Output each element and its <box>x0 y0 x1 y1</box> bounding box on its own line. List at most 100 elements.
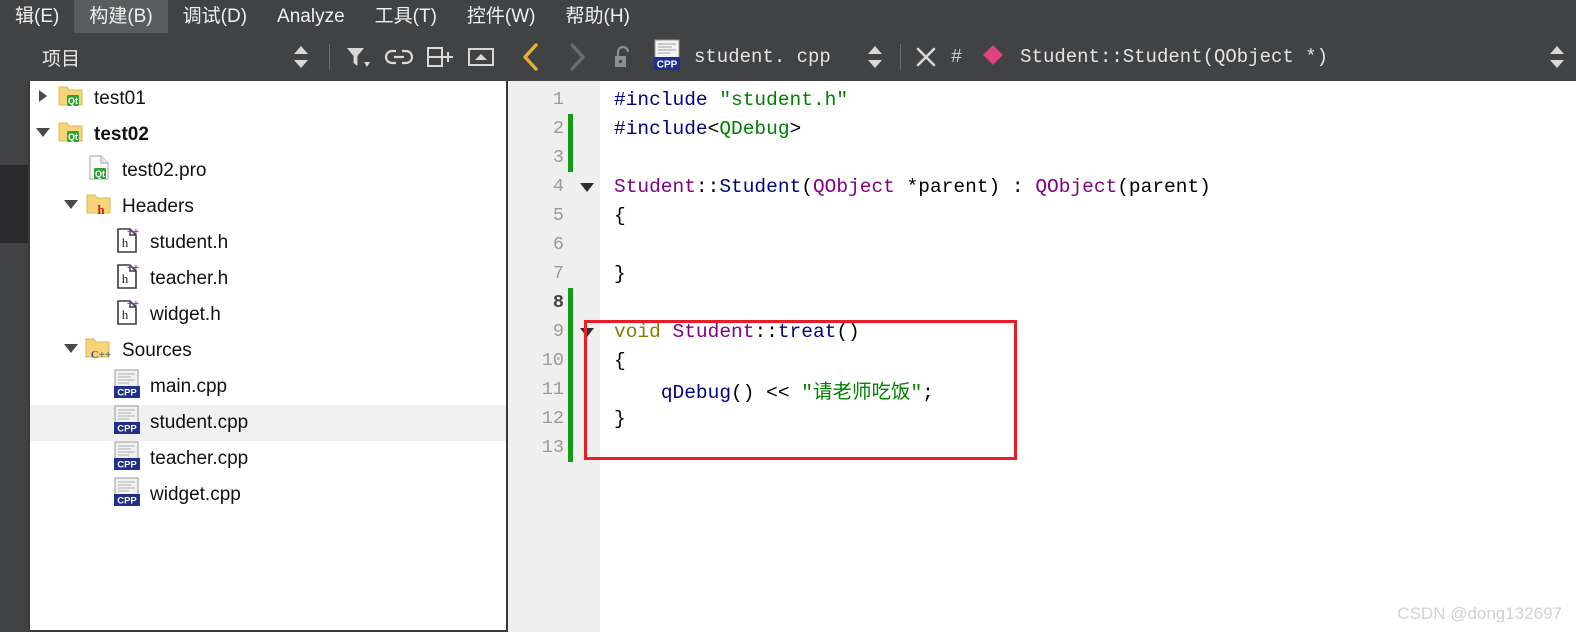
tree-item-icon: Qt <box>56 120 86 150</box>
mode-selector-active-segment[interactable] <box>0 165 28 243</box>
code-token: Student <box>719 175 802 198</box>
tree-item-widget-h[interactable]: h ++ widget.h <box>30 297 506 333</box>
code-line[interactable]: 9 void Student::treat() <box>508 317 1576 346</box>
code-token: Student <box>672 320 755 343</box>
code-line[interactable]: 5{ <box>508 201 1576 230</box>
chevron-down-icon[interactable] <box>62 196 80 218</box>
code-line[interactable]: 7} <box>508 259 1576 288</box>
code-text: #include<QDebug> <box>600 118 801 140</box>
code-text: } <box>600 263 626 285</box>
tree-twisty[interactable] <box>30 117 56 153</box>
tree-item-teacher-cpp[interactable]: CPP teacher.cpp <box>30 441 506 477</box>
file-stepper-icon[interactable] <box>856 37 894 77</box>
code-line[interactable]: 4 Student::Student(QObject *parent) : QOb… <box>508 172 1576 201</box>
lock-icon[interactable] <box>600 34 646 80</box>
code-line[interactable]: 11 qDebug() << "请老师吃饭"; <box>508 375 1576 404</box>
tree-item-icon: h ++ <box>112 298 142 332</box>
navigate-back-button[interactable] <box>508 34 554 80</box>
cpp-file-icon: CPP <box>652 39 682 76</box>
menu-item-3[interactable]: Analyze <box>262 0 360 33</box>
code-editor[interactable]: 1 #include "student.h" 2 #include<QDebug> 3 4… <box>508 81 1576 632</box>
cpp-file-icon: CPP <box>112 477 142 513</box>
tree-item-test01[interactable]: Qt test01 <box>30 81 506 117</box>
current-file-chip[interactable]: CPP student. cpp <box>646 39 831 76</box>
code-line[interactable]: 3 <box>508 143 1576 172</box>
link-icon[interactable] <box>380 37 418 77</box>
line-number: 4 <box>552 176 564 197</box>
hpp-file-icon: h ++ <box>114 262 140 296</box>
svg-text:CPP: CPP <box>117 460 137 471</box>
collapse-icon[interactable] <box>462 37 500 77</box>
project-panel-toolbar <box>282 37 508 77</box>
code-line[interactable]: 8 <box>508 288 1576 317</box>
split-add-icon[interactable] <box>421 37 459 77</box>
code-text: void Student::treat() <box>600 321 860 343</box>
tree-item-icon: h ++ <box>112 262 142 296</box>
code-line[interactable]: 13 <box>508 433 1576 462</box>
filter-icon[interactable] <box>339 37 377 77</box>
tree-item-label: widget.h <box>150 304 221 325</box>
chevron-down-icon[interactable] <box>34 124 52 146</box>
tree-item-label: student.h <box>150 232 229 253</box>
tree-item-main-cpp[interactable]: CPP main.cpp <box>30 369 506 405</box>
code-token: QObject <box>1035 175 1118 198</box>
code-token: QDebug <box>719 117 790 140</box>
code-line[interactable]: 1 #include "student.h" <box>508 85 1576 114</box>
symbol-stepper-icon[interactable] <box>1538 37 1576 77</box>
editor-panel: CPP student. cpp # Student::Student(QObj… <box>508 33 1576 632</box>
svg-text:CPP: CPP <box>117 424 137 435</box>
project-tree[interactable]: Qt test01 Qt test02 Qt test02.pro h Headers h ++ s… <box>28 81 508 632</box>
tree-twisty[interactable] <box>30 81 56 117</box>
code-token: :: <box>695 175 720 198</box>
tree-item-widget-cpp[interactable]: CPP widget.cpp <box>30 477 506 513</box>
menu-item-1[interactable]: 构建(B) <box>74 0 168 33</box>
code-text: #include "student.h" <box>600 89 848 111</box>
code-line[interactable]: 6 <box>508 230 1576 259</box>
line-number: 9 <box>552 321 564 342</box>
code-token: } <box>614 407 626 430</box>
tree-item-label: main.cpp <box>150 376 228 397</box>
symbol-selector-label: Student::Student(QObject *) <box>1020 46 1328 68</box>
tree-twisty[interactable] <box>58 189 84 225</box>
tree-item-sources[interactable]: C++ Sources <box>30 333 506 369</box>
chevron-down-icon[interactable] <box>62 340 80 362</box>
menu-item-4[interactable]: 工具(T) <box>360 0 452 33</box>
qt-folder-icon: Qt <box>58 84 84 114</box>
svg-text:C++: C++ <box>91 349 111 360</box>
tree-item-test02-pro[interactable]: Qt test02.pro <box>30 153 506 189</box>
tree-twisty <box>58 153 84 189</box>
chevron-right-icon[interactable] <box>35 88 51 110</box>
tree-item-headers[interactable]: h Headers <box>30 189 506 225</box>
cpp-file-icon: CPP <box>112 405 142 441</box>
tree-item-label: student.cpp <box>150 412 249 433</box>
svg-text:++: ++ <box>127 227 139 238</box>
symbol-selector[interactable]: Student::Student(QObject *) <box>968 42 1328 73</box>
sync-stepper-icon[interactable] <box>282 37 320 77</box>
code-token: ; <box>922 382 934 404</box>
tree-item-student-h[interactable]: h ++ student.h <box>30 225 506 261</box>
close-editor-button[interactable] <box>907 37 945 77</box>
menu-item-0[interactable]: 辑(E) <box>0 0 74 33</box>
svg-text:++: ++ <box>127 299 139 310</box>
tree-item-student-cpp[interactable]: CPP student.cpp <box>30 405 506 441</box>
menu-item-2[interactable]: 调试(D) <box>168 0 262 33</box>
tree-item-icon: CPP <box>112 441 142 477</box>
code-line[interactable]: 12} <box>508 404 1576 433</box>
code-line[interactable]: 2 #include<QDebug> <box>508 114 1576 143</box>
menu-item-5[interactable]: 控件(W) <box>452 0 551 33</box>
code-text: { <box>600 350 626 372</box>
fold-collapse-icon[interactable] <box>573 179 600 195</box>
line-number: 6 <box>552 234 564 255</box>
navigate-forward-button[interactable] <box>554 34 600 80</box>
mode-selector-strip[interactable] <box>0 33 28 632</box>
editor-toolbar: CPP student. cpp # Student::Student(QObj… <box>508 33 1576 81</box>
code-token: { <box>614 349 626 372</box>
tree-item-teacher-h[interactable]: h ++ teacher.h <box>30 261 506 297</box>
menu-item-6[interactable]: 帮助(H) <box>551 0 645 33</box>
hpp-file-icon: h ++ <box>114 226 140 260</box>
code-line[interactable]: 10 { <box>508 346 1576 375</box>
tree-item-test02[interactable]: Qt test02 <box>30 117 506 153</box>
change-marker <box>568 404 573 433</box>
fold-collapse-icon[interactable] <box>573 324 600 340</box>
tree-twisty[interactable] <box>58 333 84 369</box>
